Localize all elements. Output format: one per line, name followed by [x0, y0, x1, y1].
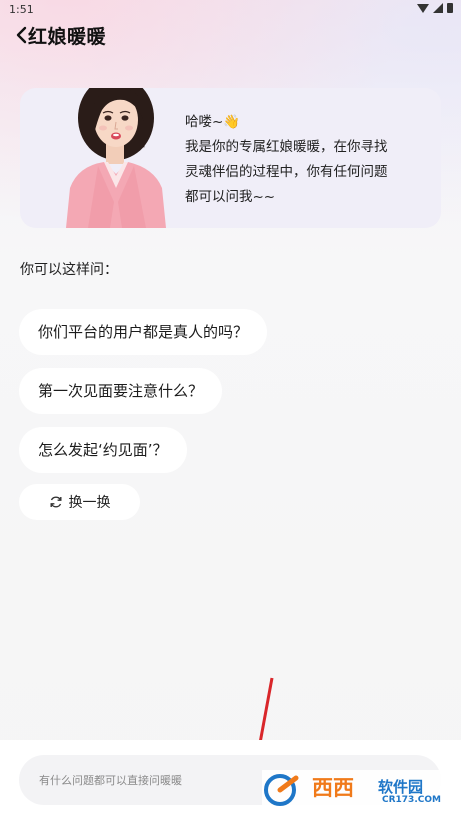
refresh-label: 换一换: [68, 495, 111, 511]
wifi-icon: [417, 3, 429, 13]
suggestion-chip[interactable]: 第一次见面要注意什么？: [19, 368, 223, 414]
greeting-text: 哈喽~👋: [185, 114, 241, 130]
page-title: 红娘暖暖: [28, 26, 107, 48]
refresh-icon: [50, 496, 61, 508]
watermark-brand: 西西: [312, 776, 354, 800]
signal-icon: [433, 3, 443, 13]
watermark-url: CR173.COM: [382, 795, 441, 805]
watermark-suffix: 软件园: [378, 778, 424, 796]
status-icons: [417, 3, 453, 13]
suggestion-chip[interactable]: 你们平台的用户都是真人的吗？: [19, 309, 268, 355]
header: 红娘暖暖: [0, 20, 461, 50]
intro-line-1: 我是你的专属红娘暖暖，在你寻找: [185, 139, 388, 155]
suggestion-chip[interactable]: 怎么发起‘约见面’？: [19, 427, 187, 473]
status-time: 1:51: [9, 3, 34, 16]
intro-line-3: 都可以问我~~: [185, 189, 276, 205]
prompt-label: 你可以这样问：: [20, 262, 118, 278]
chat-input[interactable]: [19, 755, 259, 805]
avatar-illustration: [66, 88, 166, 228]
intro-line-2: 灵魂伴侣的过程中，你有任何问题: [185, 164, 388, 180]
refresh-button[interactable]: 换一换: [19, 484, 140, 520]
status-bar: 1:51: [0, 0, 461, 20]
intro-message: 哈喽~👋 我是你的专属红娘暖暖，在你寻找 灵魂伴侣的过程中，你有任何问题 都可以…: [185, 110, 425, 210]
battery-icon: [447, 3, 453, 13]
intro-card: 哈喽~👋 我是你的专属红娘暖暖，在你寻找 灵魂伴侣的过程中，你有任何问题 都可以…: [20, 88, 441, 228]
